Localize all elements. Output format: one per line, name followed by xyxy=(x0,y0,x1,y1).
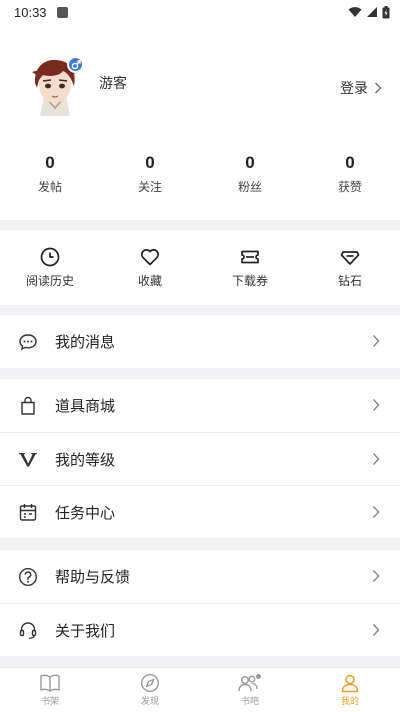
stat-value: 0 xyxy=(345,153,355,172)
profile-section: 游客 登录 0 发帖 0 关注 0 粉丝 0 获赞 xyxy=(0,24,400,220)
favorites-button[interactable]: 收藏 xyxy=(100,230,200,305)
chevron-right-icon xyxy=(372,334,380,348)
chevron-right-icon xyxy=(372,398,380,412)
stat-value: 0 xyxy=(245,153,255,172)
wifi-icon xyxy=(348,7,362,17)
menu-item-help[interactable]: 帮助与反馈 xyxy=(0,550,400,603)
menu-item-shop[interactable]: 道具商城 xyxy=(0,379,400,432)
quick-label: 钻石 xyxy=(337,274,362,288)
chevron-right-icon xyxy=(372,505,380,519)
stat-label: 获赞 xyxy=(337,180,362,194)
chevron-right-icon xyxy=(372,623,380,637)
diamond-icon xyxy=(340,251,360,265)
headset-icon xyxy=(18,620,38,640)
ticket-icon xyxy=(241,250,259,264)
chevron-right-icon xyxy=(372,452,380,466)
menu-group-support: 帮助与反馈 关于我们 xyxy=(0,550,400,656)
notification-icon xyxy=(56,6,68,18)
menu-group-features: 道具商城 我的等级 任务中心 xyxy=(0,379,400,538)
quick-label: 阅读历史 xyxy=(25,274,74,288)
question-icon xyxy=(18,567,38,587)
chevron-right-icon xyxy=(374,82,382,94)
quick-label: 下载券 xyxy=(231,274,268,288)
shopping-bag-icon xyxy=(18,396,38,416)
menu-item-about[interactable]: 关于我们 xyxy=(0,603,400,656)
status-time: 10:33 xyxy=(14,4,47,20)
bottom-tab-bar: 书架 发现 书吧 我的 xyxy=(0,667,400,712)
menu-label: 我的消息 xyxy=(55,333,116,351)
tab-label: 发现 xyxy=(140,697,159,707)
tab-label: 我的 xyxy=(340,697,359,707)
tab-label: 书架 xyxy=(40,697,59,707)
signal-icon xyxy=(367,7,377,17)
compass-icon xyxy=(140,673,160,693)
community-icon xyxy=(238,674,261,692)
stat-following[interactable]: 0 关注 xyxy=(100,152,200,195)
stat-fans[interactable]: 0 粉丝 xyxy=(200,152,300,195)
download-ticket-button[interactable]: 下载券 xyxy=(200,230,300,305)
chevron-right-icon xyxy=(372,569,380,583)
calendar-icon xyxy=(18,502,38,522)
tab-community[interactable]: 书吧 xyxy=(200,668,300,712)
quick-actions: 阅读历史 收藏 下载券 钻石 xyxy=(0,230,400,305)
stat-posts[interactable]: 0 发帖 xyxy=(0,152,100,195)
stat-label: 粉丝 xyxy=(237,180,262,194)
stats-row: 0 发帖 0 关注 0 粉丝 0 获赞 xyxy=(0,152,400,195)
tab-discover[interactable]: 发现 xyxy=(100,668,200,712)
menu-item-level[interactable]: 我的等级 xyxy=(0,432,400,485)
login-button[interactable]: 登录 xyxy=(340,78,382,98)
clock-icon xyxy=(40,247,60,267)
vip-v-icon xyxy=(18,449,38,469)
status-bar: 10:33 xyxy=(0,0,400,24)
stat-value: 0 xyxy=(145,153,155,172)
stat-label: 关注 xyxy=(137,180,162,194)
tab-label: 书吧 xyxy=(240,697,259,707)
tab-bookshelf[interactable]: 书架 xyxy=(0,668,100,712)
battery-icon xyxy=(382,5,390,18)
menu-item-messages[interactable]: 我的消息 xyxy=(0,315,400,368)
stat-likes[interactable]: 0 获赞 xyxy=(300,152,400,195)
chat-icon xyxy=(18,332,38,352)
quick-label: 收藏 xyxy=(137,274,162,288)
menu-label: 关于我们 xyxy=(55,621,116,640)
person-icon xyxy=(341,674,359,693)
diamonds-button[interactable]: 钻石 xyxy=(300,230,400,305)
heart-icon xyxy=(140,249,160,266)
login-label: 登录 xyxy=(340,81,368,97)
male-gender-icon xyxy=(67,56,84,73)
stat-value: 0 xyxy=(45,153,55,172)
username: 游客 xyxy=(99,76,127,92)
tab-mine[interactable]: 我的 xyxy=(300,668,400,712)
menu-label: 我的等级 xyxy=(55,450,116,469)
menu-label: 道具商城 xyxy=(55,397,116,415)
stat-label: 发帖 xyxy=(37,180,62,194)
menu-label: 帮助与反馈 xyxy=(55,568,131,586)
reading-history-button[interactable]: 阅读历史 xyxy=(0,230,100,305)
menu-item-tasks[interactable]: 任务中心 xyxy=(0,485,400,538)
book-icon xyxy=(40,674,60,692)
menu-label: 任务中心 xyxy=(55,503,116,522)
menu-group-messages: 我的消息 xyxy=(0,315,400,368)
